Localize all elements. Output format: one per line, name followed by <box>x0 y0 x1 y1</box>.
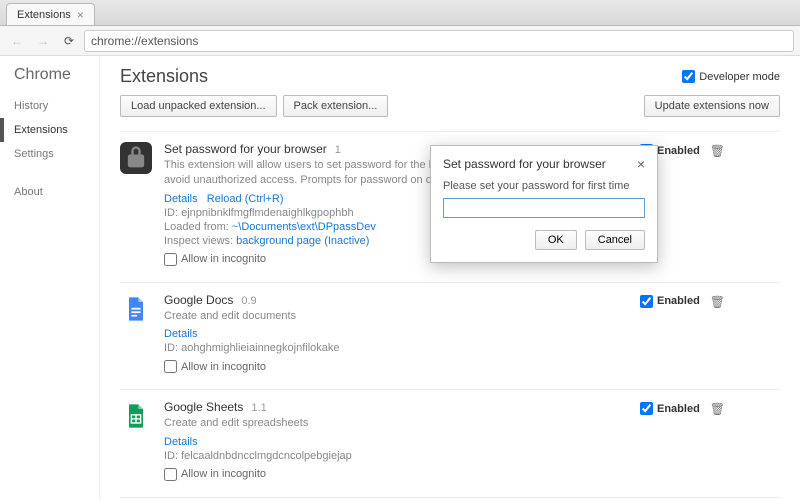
extension-row: Google Sheets 1.1 Create and edit spreads… <box>120 389 780 496</box>
allow-incognito[interactable]: Allow in incognito <box>164 360 628 373</box>
back-button[interactable]: ← <box>6 30 28 52</box>
extension-version: 0.9 <box>241 295 256 307</box>
extension-version: 1.1 <box>251 402 266 414</box>
extension-icon <box>120 400 152 432</box>
reload-button[interactable]: ⟳ <box>58 30 80 52</box>
password-dialog: Set password for your browser × Please s… <box>430 145 658 263</box>
dialog-close-icon[interactable]: × <box>637 156 645 172</box>
enabled-toggle[interactable]: Enabled <box>640 295 700 308</box>
developer-mode-toggle[interactable]: Developer mode <box>682 70 780 83</box>
extension-id: ejnpnibnklfmgflmdenaighlkgpophbh <box>181 207 353 219</box>
extension-name: Set password for your browser <box>164 142 327 156</box>
cancel-button[interactable]: Cancel <box>585 230 645 250</box>
sidebar-item-extensions[interactable]: Extensions <box>0 118 99 142</box>
inspect-view-link[interactable]: background page (Inactive) <box>236 235 369 247</box>
trash-icon[interactable]: 🗑 <box>710 144 725 158</box>
close-tab-icon[interactable]: × <box>77 8 84 22</box>
password-input[interactable] <box>443 198 645 218</box>
enabled-toggle[interactable]: Enabled <box>640 402 700 415</box>
dialog-prompt: Please set your password for first time <box>443 180 645 192</box>
pack-extension-button[interactable]: Pack extension... <box>283 95 389 117</box>
update-extensions-button[interactable]: Update extensions now <box>644 95 780 117</box>
main-content: Extensions Developer mode Load unpacked … <box>100 56 800 500</box>
extension-row: Google Docs 0.9 Create and edit documents… <box>120 282 780 389</box>
extension-description: Create and edit spreadsheets <box>164 416 504 431</box>
page-title: Extensions <box>120 66 208 87</box>
address-bar[interactable]: chrome://extensions <box>84 30 794 52</box>
sidebar-item-settings[interactable]: Settings <box>0 142 99 166</box>
extension-id: aohghmighlieiainnegkojnfilokake <box>181 342 339 354</box>
toolbar: ← → ⟳ chrome://extensions <box>0 26 800 56</box>
reload-link[interactable]: Reload (Ctrl+R) <box>207 193 284 205</box>
extension-id: felcaaldnbdncclmgdcncolpebgiejap <box>181 450 352 462</box>
brand-label: Chrome <box>0 66 99 94</box>
loaded-from-path[interactable]: ~\Documents\ext\DPpassDev <box>232 221 376 233</box>
extension-row: Google Slides0.9 Create and edit present… <box>120 497 780 500</box>
extension-version: 1 <box>335 144 341 156</box>
ok-button[interactable]: OK <box>535 230 577 250</box>
sidebar-item-about[interactable]: About <box>0 180 99 204</box>
load-unpacked-button[interactable]: Load unpacked extension... <box>120 95 277 117</box>
tab-bar: Extensions × <box>0 0 800 26</box>
sheets-icon <box>122 402 150 430</box>
url-text: chrome://extensions <box>91 34 198 48</box>
browser-tab[interactable]: Extensions × <box>6 3 95 25</box>
sidebar-item-history[interactable]: History <box>0 94 99 118</box>
trash-icon[interactable]: 🗑 <box>710 295 725 309</box>
dialog-title: Set password for your browser <box>443 157 606 171</box>
sidebar: Chrome History Extensions Settings About <box>0 56 100 500</box>
docs-icon <box>122 295 150 323</box>
tab-title: Extensions <box>17 9 71 21</box>
forward-button[interactable]: → <box>32 30 54 52</box>
details-link[interactable]: Details <box>164 436 198 448</box>
developer-mode-checkbox[interactable] <box>682 70 695 83</box>
details-link[interactable]: Details <box>164 328 198 340</box>
lock-icon <box>122 144 150 172</box>
allow-incognito[interactable]: Allow in incognito <box>164 468 628 481</box>
extension-name: Google Docs <box>164 293 233 307</box>
trash-icon[interactable]: 🗑 <box>710 402 725 416</box>
extension-name: Google Sheets <box>164 400 243 414</box>
extension-icon <box>120 142 152 174</box>
extension-description: Create and edit documents <box>164 309 504 324</box>
details-link[interactable]: Details <box>164 193 198 205</box>
extension-icon <box>120 293 152 325</box>
